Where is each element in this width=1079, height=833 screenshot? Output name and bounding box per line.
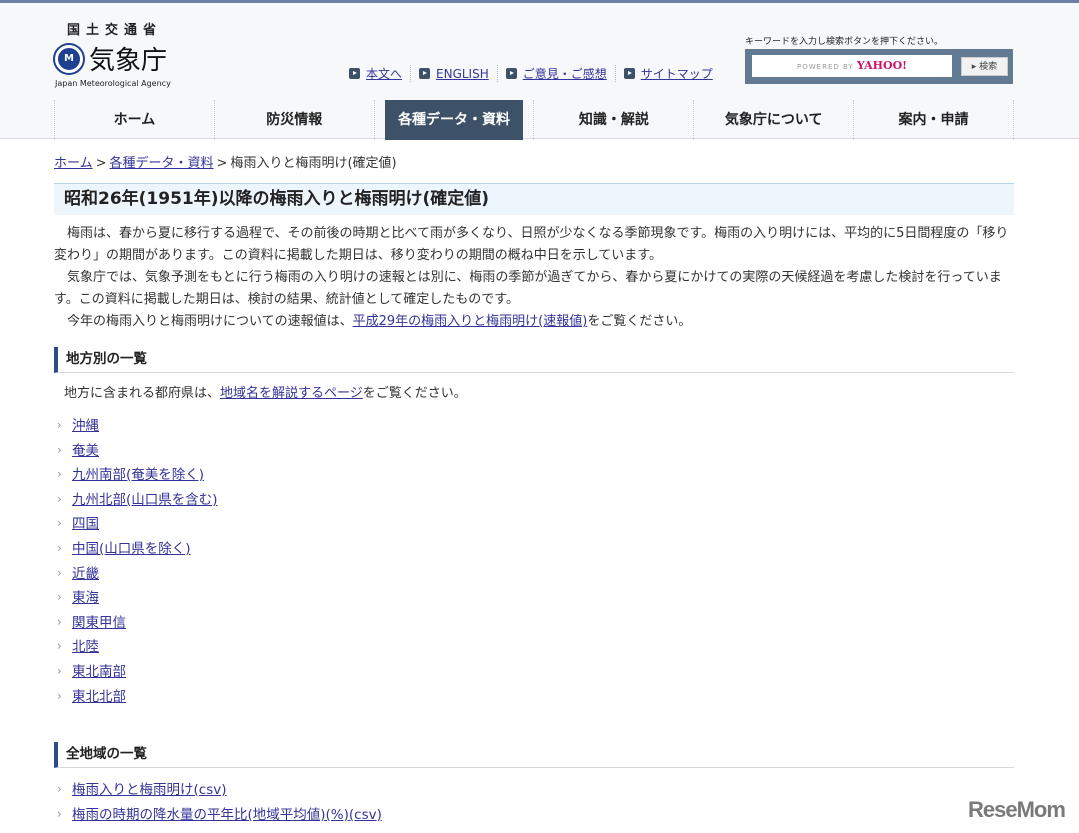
- arrow-icon: [419, 68, 431, 79]
- list-link[interactable]: 東北南部: [72, 664, 126, 680]
- text: 今年の梅雨入りと梅雨明けについての速報値は、: [67, 314, 353, 329]
- list-link[interactable]: 近畿: [72, 566, 99, 582]
- link-region-names[interactable]: 地域名を解説するページ: [220, 386, 363, 401]
- list-item: 東海: [54, 585, 1014, 611]
- list-link[interactable]: 四国: [72, 516, 99, 532]
- list-link[interactable]: 中国(山口県を除く): [72, 541, 191, 557]
- nav-label: 各種データ・資料: [384, 100, 524, 140]
- utility-links: 本文へ ENGLISH ご意見・ご感想 サイトマップ: [349, 65, 721, 82]
- list-item: 中国(山口県を除く): [54, 536, 1014, 562]
- powered-by-label: POWERED BY: [797, 63, 854, 71]
- regional-note: 地方に含まれる都府県は、地域名を解説するページをご覧ください。: [64, 383, 1014, 405]
- list-link[interactable]: 東海: [72, 590, 99, 606]
- breadcrumb-sep: >: [216, 156, 228, 171]
- search-hint: キーワードを入力し検索ボタンを押下ください。: [745, 37, 944, 47]
- text: 地方に含まれる都府県は、: [64, 386, 221, 401]
- arrow-icon: [349, 68, 360, 79]
- list-link[interactable]: 沖縄: [72, 418, 99, 434]
- list-item: 九州北部(山口県を含む): [54, 487, 1014, 513]
- nav-label: ホーム: [113, 112, 156, 128]
- section-heading-regional: 地方別の一覧: [54, 347, 1014, 373]
- search-input[interactable]: POWERED BY YAHOO!: [752, 55, 952, 77]
- jma-logo[interactable]: 国土交通省 M 気象庁 Japan Meteorological Agency: [55, 19, 180, 88]
- nav-guide[interactable]: 案内・申請: [853, 100, 1014, 140]
- text: をご覧ください。: [362, 386, 467, 401]
- breadcrumb-sep: >: [95, 156, 107, 171]
- watermark-logo: ReseMom: [968, 797, 1066, 822]
- list-item: 東北北部: [54, 684, 1014, 710]
- list-link[interactable]: 北陸: [72, 639, 99, 655]
- list-item: 北陸: [54, 634, 1014, 660]
- regional-list: 沖縄奄美九州南部(奄美を除く) 九州北部(山口県を含む) 四国中国(山口県を除く) 近…: [54, 413, 1014, 710]
- search-button[interactable]: ▸ 検索: [961, 57, 1008, 76]
- nav-disaster-info[interactable]: 防災情報: [213, 100, 374, 140]
- arrow-icon: [505, 68, 517, 79]
- intro-text: 梅雨は、春から夏に移行する過程で、その前後の時期と比べて雨が多くなり、日照が少な…: [54, 223, 1014, 333]
- arrow-icon: [623, 68, 635, 79]
- nav-label: 気象庁について: [724, 112, 823, 128]
- breadcrumb-section[interactable]: 各種データ・資料: [110, 156, 214, 171]
- intro-paragraph: 気象庁では、気象予測をもとに行う梅雨の入り明けの速報とは別に、梅雨の季節が過ぎて…: [54, 270, 1002, 307]
- link-skip-to-content[interactable]: 本文へ: [366, 65, 402, 82]
- nav-data[interactable]: 各種データ・資料: [373, 100, 534, 140]
- nav-about[interactable]: 気象庁について: [693, 100, 853, 140]
- list-item: 梅雨の時期の降水量の平年比(地域平均値)(%)(csv): [54, 802, 1014, 828]
- all-list: 梅雨入りと梅雨明け(csv) 梅雨の時期の降水量の平年比(地域平均値)(%)(cs…: [54, 777, 1014, 828]
- nav-label: 知識・解説: [578, 112, 649, 128]
- list-item: 奄美: [54, 438, 1014, 464]
- site-header: 国土交通省 M 気象庁 Japan Meteorological Agency 本…: [0, 0, 1079, 140]
- breadcrumb-home[interactable]: ホーム: [54, 156, 93, 171]
- list-item: 九州南部(奄美を除く): [54, 462, 1014, 488]
- list-link[interactable]: 奄美: [72, 443, 99, 459]
- intro-paragraph: 今年の梅雨入りと梅雨明けについての速報値は、平成29年の梅雨入りと梅雨明け(速報…: [54, 311, 1014, 333]
- search-box: POWERED BY YAHOO! ▸ 検索: [745, 49, 1013, 84]
- ministry-name: 国土交通省: [67, 23, 163, 38]
- link-feedback[interactable]: ご意見・ご感想: [523, 65, 607, 82]
- nav-label: 案内・申請: [898, 112, 969, 128]
- agency-name-en: Japan Meteorological Agency: [55, 79, 171, 88]
- intro-paragraph: 梅雨は、春から夏に移行する過程で、その前後の時期と比べて雨が多くなり、日照が少な…: [54, 226, 1009, 263]
- list-link[interactable]: 九州北部(山口県を含む): [72, 492, 218, 508]
- breadcrumb-current: 梅雨入りと梅雨明け(確定値): [230, 156, 397, 171]
- yahoo-logo: YAHOO!: [856, 59, 907, 72]
- list-item: 沖縄: [54, 413, 1014, 439]
- text: をご覧ください。: [587, 314, 692, 329]
- list-item: 四国: [54, 511, 1014, 537]
- list-link[interactable]: 梅雨入りと梅雨明け(csv): [72, 782, 226, 798]
- main-content: ホーム > 各種データ・資料 > 梅雨入りと梅雨明け(確定値) 昭和26年(1951年)…: [54, 152, 1014, 827]
- list-link[interactable]: 関東甲信: [72, 615, 126, 631]
- section-heading-all: 全地域の一覧: [54, 742, 1014, 769]
- list-link[interactable]: 九州南部(奄美を除く): [72, 467, 204, 483]
- link-sitemap[interactable]: サイトマップ: [641, 65, 713, 82]
- list-link[interactable]: 東北北部: [72, 689, 126, 705]
- jma-emblem-icon: M: [55, 44, 83, 73]
- link-preliminary-values[interactable]: 平成29年の梅雨入りと梅雨明け(速報値): [353, 314, 588, 329]
- page-title: 昭和26年(1951年)以降の梅雨入りと梅雨明け(確定値): [54, 183, 1014, 215]
- list-item: 東北南部: [54, 659, 1014, 685]
- nav-home[interactable]: ホーム: [54, 100, 214, 140]
- list-item: 近畿: [54, 561, 1014, 587]
- nav-knowledge[interactable]: 知識・解説: [533, 100, 693, 140]
- link-english[interactable]: ENGLISH: [436, 67, 489, 81]
- list-link[interactable]: 梅雨の時期の降水量の平年比(地域平均値)(%)(csv): [72, 807, 382, 823]
- nav-label: 防災情報: [266, 112, 323, 128]
- agency-name: 気象庁: [89, 46, 168, 76]
- breadcrumb: ホーム > 各種データ・資料 > 梅雨入りと梅雨明け(確定値): [54, 152, 1014, 176]
- main-nav: ホーム 防災情報 各種データ・資料 知識・解説 気象庁について 案内・申請: [54, 100, 1014, 140]
- list-item: 関東甲信: [54, 610, 1014, 636]
- list-item: 梅雨入りと梅雨明け(csv): [54, 777, 1014, 803]
